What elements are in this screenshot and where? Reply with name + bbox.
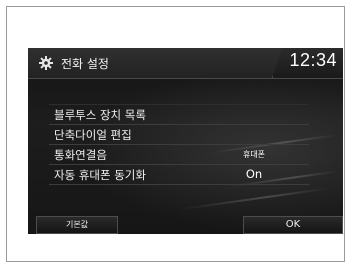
gear-icon bbox=[39, 56, 53, 70]
ringtone-value: 휴대폰 bbox=[242, 150, 266, 159]
menu-item-label: 블루투스 장치 목록 bbox=[54, 108, 146, 122]
clock-tab: 12:34 bbox=[272, 48, 343, 78]
page-frame: 전화 설정 12:34 블루투스 장치 목록 단축다이얼 편집 통화연결음 휴대… bbox=[6, 6, 345, 262]
menu-item-auto-sync[interactable]: 자동 휴대폰 동기화 On bbox=[49, 165, 309, 185]
menu-item-ringtone[interactable]: 통화연결음 휴대폰 bbox=[49, 145, 309, 165]
menu-item-label: 자동 휴대폰 동기화 bbox=[54, 168, 146, 182]
page-title: 전화 설정 bbox=[61, 57, 109, 71]
phone-settings-screen: 전화 설정 12:34 블루투스 장치 목록 단축다이얼 편집 통화연결음 휴대… bbox=[28, 48, 343, 234]
ok-button[interactable]: OK bbox=[243, 216, 343, 234]
menu-item-bluetooth-devices[interactable]: 블루투스 장치 목록 bbox=[49, 104, 309, 125]
settings-list: 블루투스 장치 목록 단축다이얼 편집 통화연결음 휴대폰 자동 휴대폰 동기화… bbox=[49, 104, 309, 185]
title-bar: 전화 설정 12:34 bbox=[28, 48, 343, 79]
default-button[interactable]: 기본값 bbox=[36, 216, 118, 234]
auto-sync-value: On bbox=[245, 167, 263, 181]
background-streak bbox=[178, 187, 328, 211]
menu-item-label: 통화연결음 bbox=[54, 148, 107, 162]
menu-item-speed-dial[interactable]: 단축다이얼 편집 bbox=[49, 125, 309, 145]
menu-item-label: 단축다이얼 편집 bbox=[54, 128, 132, 142]
clock: 12:34 bbox=[289, 50, 337, 70]
